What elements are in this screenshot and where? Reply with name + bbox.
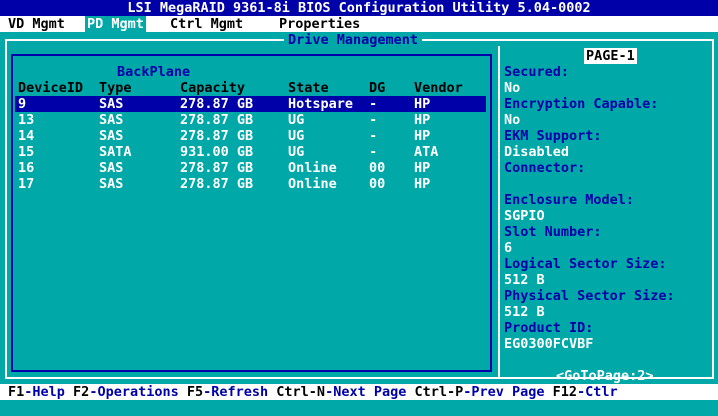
cell-device-id: 14 bbox=[18, 128, 35, 144]
status-bar: F1-Help F2-Operations F5-Refresh Ctrl-N-… bbox=[0, 384, 718, 400]
ctrl-p-key[interactable]: Ctrl-P bbox=[414, 384, 463, 400]
product-id-label: Product ID: bbox=[504, 320, 594, 336]
f5-text: -Refresh bbox=[203, 384, 277, 400]
f12-key[interactable]: F12 bbox=[553, 384, 577, 400]
cell-vendor: ATA bbox=[414, 144, 439, 160]
enclosure-model-value: SGPIO bbox=[504, 208, 545, 224]
menu-bar: VD Mgmt PD Mgmt Ctrl Mgmt Properties bbox=[0, 16, 718, 32]
menu-properties[interactable]: Properties bbox=[277, 16, 362, 32]
f1-text: -Help bbox=[24, 384, 74, 400]
logical-sector-size-value: 512 B bbox=[504, 272, 545, 288]
encryption-capable-label: Encryption Capable: bbox=[504, 96, 659, 112]
cell-capacity: 931.00 GB bbox=[180, 144, 254, 160]
cell-state: UG bbox=[288, 112, 305, 128]
ekm-support-value: Disabled bbox=[504, 144, 570, 160]
cell-capacity: 278.87 GB bbox=[180, 160, 254, 176]
ekm-support-label: EKM Support: bbox=[504, 128, 602, 144]
cell-state: Hotspare bbox=[288, 96, 354, 112]
cell-vendor: HP bbox=[414, 112, 431, 128]
cell-device-id: 17 bbox=[18, 176, 35, 192]
encryption-capable-value: No bbox=[504, 112, 521, 128]
cell-device-id: 16 bbox=[18, 160, 35, 176]
cell-vendor: HP bbox=[414, 160, 431, 176]
cell-dg: - bbox=[369, 128, 378, 144]
cell-capacity: 278.87 GB bbox=[180, 176, 254, 192]
menu-pd-mgmt[interactable]: PD Mgmt bbox=[85, 16, 146, 32]
cell-state: UG bbox=[288, 144, 305, 160]
header-dg: DG bbox=[369, 80, 386, 96]
header-type: Type bbox=[99, 80, 132, 96]
header-capacity: Capacity bbox=[180, 80, 246, 96]
physical-sector-size-label: Physical Sector Size: bbox=[504, 288, 675, 304]
f12-text: -Ctlr bbox=[577, 384, 618, 400]
header-device-id: DeviceID bbox=[18, 80, 84, 96]
cell-type: SAS bbox=[99, 112, 124, 128]
backplane-label: BackPlane bbox=[117, 64, 191, 80]
cell-dg: - bbox=[369, 112, 378, 128]
f2-text: -Operations bbox=[89, 384, 187, 400]
slot-number-label: Slot Number: bbox=[504, 224, 602, 240]
cell-device-id: 9 bbox=[18, 96, 27, 112]
cell-state: UG bbox=[288, 128, 305, 144]
menu-ctrl-mgmt[interactable]: Ctrl Mgmt bbox=[168, 16, 245, 32]
enclosure-model-label: Enclosure Model: bbox=[504, 192, 635, 208]
header-state: State bbox=[288, 80, 329, 96]
menu-vd-mgmt[interactable]: VD Mgmt bbox=[6, 16, 67, 32]
goto-page-button[interactable]: <GoToPage:2> bbox=[556, 368, 654, 384]
physical-sector-size-value: 512 B bbox=[504, 304, 545, 320]
product-id-value: EG0300FCVBF bbox=[504, 336, 594, 352]
cell-type: SAS bbox=[99, 160, 124, 176]
cell-state: Online bbox=[288, 176, 337, 192]
header-vendor: Vendor bbox=[414, 80, 463, 96]
f5-key[interactable]: F5 bbox=[187, 384, 203, 400]
connector-label: Connector: bbox=[504, 160, 586, 176]
cell-type: SAS bbox=[99, 176, 124, 192]
cell-type: SATA bbox=[99, 144, 132, 160]
cell-capacity: 278.87 GB bbox=[180, 128, 254, 144]
logical-sector-size-label: Logical Sector Size: bbox=[504, 256, 667, 272]
cell-dg: - bbox=[369, 144, 378, 160]
cell-type: SAS bbox=[99, 96, 124, 112]
ctrl-p-text: -Prev Page bbox=[463, 384, 553, 400]
app-title: LSI MegaRAID 9361-8i BIOS Configuration … bbox=[127, 0, 591, 16]
cell-capacity: 278.87 GB bbox=[180, 112, 254, 128]
title-bar: LSI MegaRAID 9361-8i BIOS Configuration … bbox=[0, 0, 718, 16]
cell-type: SAS bbox=[99, 128, 124, 144]
f2-key[interactable]: F2 bbox=[73, 384, 89, 400]
cell-dg: 00 bbox=[369, 160, 386, 176]
secured-label: Secured: bbox=[504, 64, 570, 80]
cell-vendor: HP bbox=[414, 176, 431, 192]
cell-state: Online bbox=[288, 160, 337, 176]
cell-device-id: 13 bbox=[18, 112, 35, 128]
cell-dg: - bbox=[369, 96, 378, 112]
ctrl-n-key[interactable]: Ctrl-N bbox=[276, 384, 325, 400]
cell-vendor: HP bbox=[414, 96, 431, 112]
key-hints: F1-Help F2-Operations F5-Refresh Ctrl-N-… bbox=[8, 384, 618, 400]
cell-capacity: 278.87 GB bbox=[180, 96, 254, 112]
panel-divider bbox=[498, 46, 500, 378]
f1-key[interactable]: F1 bbox=[8, 384, 24, 400]
cell-vendor: HP bbox=[414, 128, 431, 144]
panel-title: Drive Management bbox=[284, 32, 423, 48]
slot-number-value: 6 bbox=[504, 240, 513, 256]
secured-value: No bbox=[504, 80, 521, 96]
page-indicator: PAGE-1 bbox=[584, 48, 637, 64]
ctrl-n-text: -Next Page bbox=[325, 384, 415, 400]
cell-device-id: 15 bbox=[18, 144, 35, 160]
cell-dg: 00 bbox=[369, 176, 386, 192]
